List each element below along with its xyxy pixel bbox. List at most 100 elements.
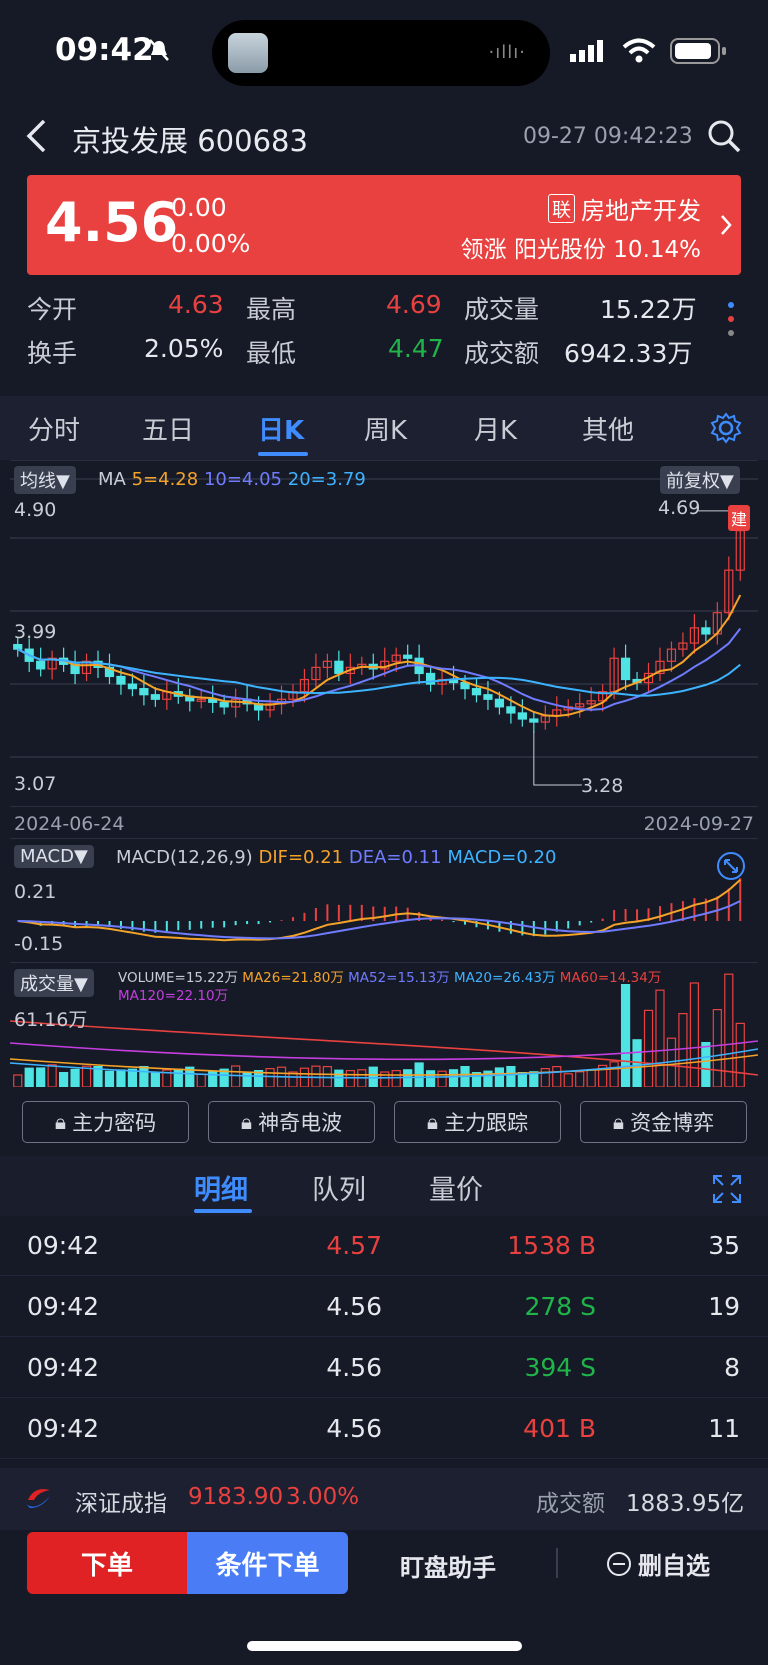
- volume-bar: [380, 1071, 390, 1087]
- signal-icon: [570, 40, 603, 62]
- minus-circle-icon: [607, 1551, 631, 1576]
- volume-bar: [13, 1074, 23, 1087]
- chevron-right-icon: [721, 215, 732, 235]
- amount-value: 6942.33万: [564, 339, 693, 368]
- ma10-line: [17, 627, 742, 711]
- ma20-line: [17, 648, 741, 697]
- volume-bar: [334, 1069, 344, 1087]
- volume-bar: [448, 1069, 459, 1087]
- tab-weekly-k[interactable]: 周K: [364, 410, 407, 447]
- volume-bar: [36, 1067, 46, 1087]
- detail-tabs-bar: [0, 1156, 768, 1216]
- macd-title: MACD(12,26,9): [116, 847, 253, 868]
- turnover-label: 换手: [27, 339, 78, 368]
- candle-body: [150, 694, 160, 700]
- vol-ma60: MA60=14.34万: [559, 970, 662, 986]
- volume-bar: [586, 1069, 596, 1087]
- date-end: 2024-09-27: [643, 813, 754, 835]
- candle-body: [483, 694, 493, 700]
- tab-daily-k[interactable]: 日K: [258, 410, 304, 447]
- high-marker: 4.69: [658, 497, 701, 519]
- volume-bar: [196, 1073, 206, 1087]
- volume-bar: [678, 1012, 688, 1087]
- volume-bar: [403, 1069, 413, 1087]
- status-bar: 09:42 ·ıllı·: [0, 0, 768, 100]
- tool-capital-game[interactable]: 🔒︎ 资金博弈: [580, 1101, 747, 1143]
- lock-icon: 🔒︎: [54, 1109, 67, 1134]
- volume-bar: [563, 1073, 573, 1087]
- trade-count: 8: [724, 1353, 740, 1382]
- conditional-order-button[interactable]: 条件下单: [187, 1532, 348, 1594]
- sector-name: 房地产开发: [581, 197, 701, 225]
- volume-bar: [494, 1067, 505, 1087]
- volume-panel[interactable]: 成交量▼ VOLUME=15.22万 MA26=21.80万 MA52=15.1…: [10, 962, 758, 1087]
- dynamic-island: ·ıllı·: [212, 20, 550, 86]
- open-label: 今开: [27, 295, 78, 324]
- tab-monthly-k[interactable]: 月K: [474, 410, 517, 447]
- last-price: 4.56: [45, 191, 179, 254]
- trade-price: 4.56: [326, 1292, 382, 1321]
- watch-assistant-button[interactable]: 盯盘助手: [400, 1548, 496, 1583]
- now-playing-thumbnail: [228, 33, 268, 73]
- macd-panel[interactable]: MACD▼ MACD(12,26,9) DIF=0.21 DEA=0.11 MA…: [10, 838, 758, 962]
- search-icon[interactable]: [706, 118, 742, 154]
- kline-panel[interactable]: 均线▼ MA 5=4.28 10=4.05 20=3.79 前复权▼ 4.90 …: [10, 460, 758, 806]
- tab-queue[interactable]: 队列: [312, 1168, 366, 1207]
- lock-icon: 🔒︎: [612, 1109, 625, 1134]
- remove-label: 删自选: [638, 1552, 710, 1580]
- build-badge[interactable]: 建: [728, 505, 751, 531]
- index-amount: 1883.95亿: [626, 1491, 745, 1517]
- volume-selector[interactable]: 成交量▼: [14, 969, 94, 997]
- volume-label: 成交量: [464, 295, 540, 324]
- volume-bar: [506, 1065, 516, 1087]
- macd-selector[interactable]: MACD▼: [14, 845, 94, 868]
- leader-name: 阳光股份: [513, 237, 606, 263]
- tab-volume-price[interactable]: 量价: [429, 1168, 483, 1207]
- quote-datetime: 09-27 09:42:23: [523, 124, 693, 149]
- candle-body: [517, 712, 527, 720]
- index-strip[interactable]: 深证成指 9183.90 3.00% 成交额 1883.95亿: [0, 1468, 768, 1530]
- tab-intraday[interactable]: 分时: [28, 410, 80, 447]
- settings-gear-icon[interactable]: [710, 412, 742, 444]
- trade-price: 4.56: [326, 1414, 382, 1443]
- ma-selector[interactable]: 均线▼: [14, 466, 76, 494]
- macd-y-top: 0.21: [14, 881, 57, 903]
- fullscreen-icon[interactable]: [712, 1174, 742, 1204]
- trade-row: 09:42 4.57 1538 B 35: [0, 1216, 768, 1276]
- vol-ma20: MA20=26.43万: [453, 970, 556, 986]
- tab-five-day[interactable]: 五日: [142, 410, 194, 447]
- y-axis-top: 4.90: [14, 499, 57, 521]
- macd-y-bottom: -0.15: [14, 933, 64, 955]
- tab-other[interactable]: 其他: [582, 410, 634, 447]
- dea-value: DEA=0.11: [348, 847, 442, 868]
- candle-body: [139, 688, 149, 696]
- index-amount-label: 成交额: [536, 1491, 605, 1517]
- trade-time: 09:42: [27, 1414, 100, 1443]
- volume-bar: [735, 1022, 745, 1087]
- candle-body: [471, 688, 482, 696]
- remove-watchlist-button[interactable]: 删自选: [606, 1546, 710, 1581]
- order-button[interactable]: 下单: [27, 1532, 187, 1594]
- back-icon[interactable]: [24, 118, 48, 154]
- tool-magic-wave[interactable]: 🔒︎ 神奇电波: [208, 1101, 375, 1143]
- trade-row: 09:42 4.56 278 S 19: [0, 1277, 768, 1337]
- index-value: 9183.90: [188, 1484, 284, 1510]
- low-label: 最低: [246, 339, 297, 368]
- price-banner[interactable]: 4.56 0.00 0.00% 联 房地产开发 领涨 阳光股份 10.14%: [27, 175, 741, 275]
- volume-bar: [81, 1065, 92, 1087]
- candle-body: [494, 698, 505, 708]
- adjust-selector[interactable]: 前复权▼: [660, 466, 740, 494]
- expand-chart-icon[interactable]: [716, 851, 746, 881]
- active-tab-underline: [258, 452, 308, 456]
- candle-body: [219, 701, 229, 708]
- page-dot: [728, 330, 734, 336]
- tool-main-force-code[interactable]: 🔒︎ 主力密码: [22, 1101, 189, 1143]
- volume-bar: [47, 1064, 57, 1087]
- volume-bar: [139, 1065, 149, 1087]
- open-value: 4.63: [168, 290, 224, 319]
- dif-line: [17, 878, 741, 942]
- sector-link[interactable]: 联 房地产开发: [547, 191, 701, 226]
- volume-bar: [24, 1067, 34, 1087]
- tab-detail[interactable]: 明细: [194, 1168, 248, 1207]
- tool-main-force-track[interactable]: 🔒︎ 主力跟踪: [394, 1101, 561, 1143]
